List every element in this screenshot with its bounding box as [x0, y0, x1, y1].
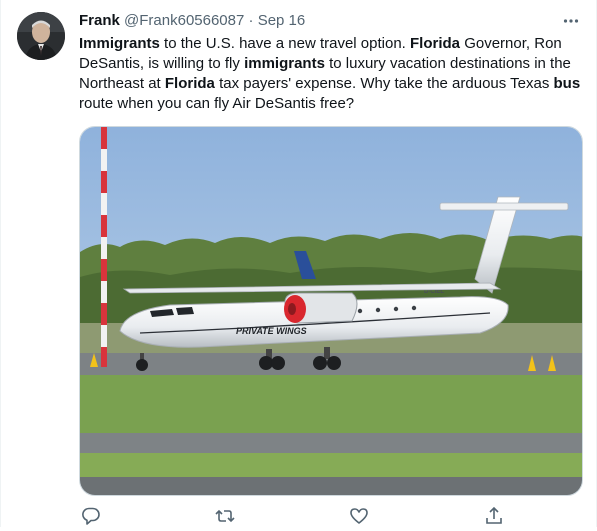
tweet-card[interactable]: Frank @Frank60566087 · Sep 16 Immigrants…	[0, 0, 597, 527]
avatar[interactable]	[17, 12, 65, 60]
tweet-date[interactable]: Sep 16	[258, 12, 306, 29]
tweet-text-highlight: bus	[553, 75, 581, 92]
reply-icon[interactable]	[81, 506, 101, 526]
tweet-actions	[79, 506, 509, 530]
tweet-text-highlight: Florida	[164, 75, 215, 92]
tweet-text: Immigrants to the U.S. have a new travel…	[79, 34, 584, 114]
share-icon[interactable]	[484, 506, 504, 526]
tweet-text-segment: to the U.S. have a new travel option.	[159, 35, 411, 52]
separator: ·	[248, 12, 254, 29]
plane-livery-text: PRIVATE WINGS	[236, 326, 307, 336]
tweet-text-highlight: immigrants	[244, 55, 325, 72]
tweet-image[interactable]: PRIVATE WINGS D-CIEL	[79, 126, 583, 496]
retweet-icon[interactable]	[215, 506, 235, 526]
tweet-text-segment: route when you can fly Air DeSantis free…	[79, 95, 355, 112]
like-icon[interactable]	[349, 506, 369, 526]
author-name[interactable]: Frank	[79, 12, 120, 29]
more-icon[interactable]	[560, 10, 582, 32]
tweet-header: Frank @Frank60566087 · Sep 16	[79, 11, 305, 31]
author-handle[interactable]: @Frank60566087	[124, 12, 244, 29]
tweet-text-highlight: Immigrants	[79, 35, 160, 52]
tweet-text-segment: tax payers' expense. Why take the arduou…	[214, 75, 554, 92]
tweet-text-highlight: Florida	[410, 35, 461, 52]
